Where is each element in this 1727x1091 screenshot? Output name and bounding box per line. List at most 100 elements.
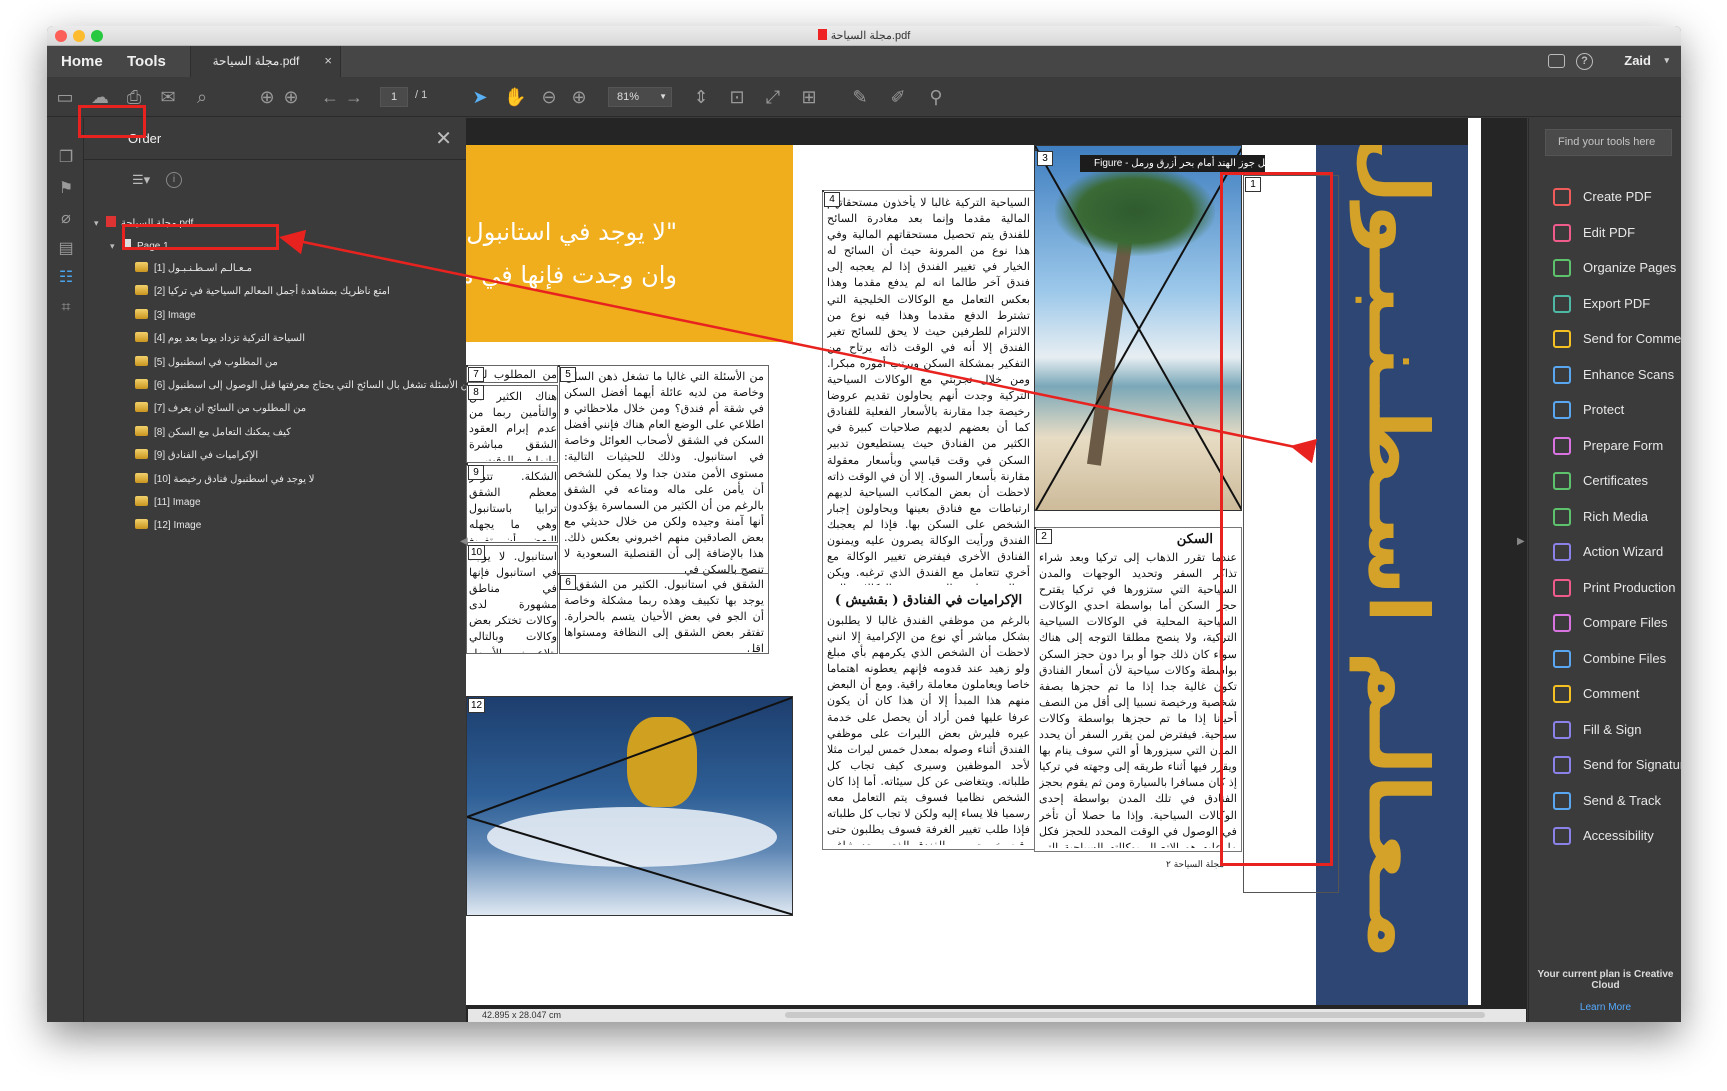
- tree-item[interactable]: [12] Image: [135, 517, 201, 535]
- tool-label: Rich Media: [1583, 508, 1649, 524]
- select-cursor-icon[interactable]: ➤: [469, 86, 491, 108]
- tags-icon[interactable]: ⌗: [56, 298, 76, 318]
- tree-item[interactable]: [1] مـعـالـم اسـطـنـبـول: [135, 260, 252, 278]
- col2-block: السكن عندما تقرر الذهاب إلى تركيا وبعد ش…: [1034, 527, 1242, 852]
- scrollbar-thumb[interactable]: [785, 1012, 1485, 1018]
- chat-icon[interactable]: [1548, 54, 1565, 68]
- close-icon[interactable]: ✕: [435, 126, 452, 151]
- tree-page-label: Page 1: [137, 241, 169, 252]
- tag-layer-icon: [135, 425, 148, 436]
- tree-item[interactable]: [4] السياحة التركية تزداد يوما بعد يوم: [135, 330, 305, 348]
- user-name[interactable]: Zaid: [1624, 53, 1651, 68]
- jetski-image: [466, 696, 793, 916]
- tree-root-label: مجلة السياحة.pdf: [121, 218, 194, 229]
- quote-line-1: "لا يوجد في استانبول: [466, 218, 677, 246]
- tool-label: Compare Files: [1583, 615, 1668, 630]
- save-icon[interactable]: ▭: [54, 86, 76, 108]
- protect-icon: [1553, 401, 1571, 419]
- search-icon[interactable]: ⌕: [191, 86, 213, 108]
- tab-document[interactable]: مجلة السياحة.pdf ×: [190, 46, 341, 77]
- chevron-down-icon[interactable]: ▾: [94, 214, 106, 232]
- fill-sign-icon: [1553, 720, 1571, 739]
- tree-item[interactable]: [8] كيف يمكنك التعامل مع السكن: [135, 424, 291, 442]
- zoom-out-icon[interactable]: ⊖: [538, 86, 560, 108]
- document-tab-label: مجلة السياحة.pdf: [212, 54, 300, 68]
- tree-item-label: [12] Image: [154, 520, 202, 532]
- order-panel-title: Order: [128, 131, 162, 146]
- tree-item-label: [4] السياحة التركية تزداد يوما بعد يوم: [154, 333, 305, 345]
- chevron-down-icon[interactable]: ▾: [1664, 55, 1669, 66]
- page-thumbnails-icon[interactable]: ❐: [56, 148, 76, 168]
- image-placeholder-cross: [467, 697, 792, 915]
- col2-heading: السكن: [1176, 532, 1213, 547]
- tool-label: Send for Signature: [1583, 757, 1681, 772]
- pdf-file-icon: [817, 29, 827, 40]
- edit-pdf-icon: [1553, 223, 1571, 242]
- tool-label: Fill & Sign: [1583, 721, 1642, 737]
- tree-item[interactable]: [2] امتع ناظريك بمشاهدة أجمل المعالم الس…: [135, 283, 390, 301]
- hand-tool-icon[interactable]: ✋: [504, 86, 526, 108]
- document-viewport[interactable]: "لا يوجد في استانبول وان وجدت فإنها في م…: [460, 118, 1527, 1022]
- tab-tools[interactable]: Tools: [127, 46, 166, 77]
- prepare-form-icon: [1553, 436, 1571, 455]
- tab-home[interactable]: Home: [61, 46, 103, 77]
- info-icon[interactable]: i: [166, 172, 182, 188]
- previous-page-icon[interactable]: ⊕: [256, 86, 278, 108]
- find-tools-input[interactable]: Find your tools here: [1545, 129, 1672, 156]
- order-panel-icon[interactable]: ☷: [56, 268, 76, 288]
- tag-number: 4: [824, 192, 840, 207]
- page-footer: مجلة السياحة ٢: [1166, 860, 1225, 870]
- tree-item[interactable]: [7] من المطلوب من السائح ان يعرف: [135, 400, 306, 418]
- attachments-icon[interactable]: ⌀: [56, 209, 76, 229]
- tree-page[interactable]: ▾ Page 1: [110, 237, 169, 255]
- fit-page-icon[interactable]: ⇕: [690, 86, 712, 108]
- content-icon[interactable]: ▤: [56, 239, 76, 259]
- bookmarks-icon[interactable]: ⚑: [56, 179, 76, 199]
- comment-icon[interactable]: ✎: [849, 86, 871, 108]
- tree-item[interactable]: [3] Image: [135, 307, 196, 325]
- tag-layer-icon: [135, 402, 148, 413]
- next-page-icon[interactable]: ⊕: [280, 86, 302, 108]
- tree-item[interactable]: [10] لا يوجد في اسطنبول فنادق رخيصة: [135, 471, 315, 489]
- tree-item[interactable]: [9] الإكراميات في الفنادق: [135, 447, 258, 465]
- upload-cloud-icon[interactable]: ☁: [89, 86, 111, 108]
- horizontal-scrollbar[interactable]: 42.895 x 28.047 cm: [468, 1009, 1526, 1022]
- stamp-icon[interactable]: ⚲: [925, 86, 947, 108]
- tree-item[interactable]: [5] من المطلوب في اسطنبول: [135, 354, 278, 372]
- chevron-down-icon[interactable]: ▾: [110, 237, 122, 255]
- window-title-text: مجلة السياحة.pdf: [830, 30, 911, 42]
- zoom-in-icon[interactable]: ⊕: [568, 86, 590, 108]
- quote-text: "لا يوجد في استانبول وان وجدت فإنها في م…: [466, 211, 677, 297]
- tools-pane: Find your tools here Create PDF Edit PDF O…: [1528, 118, 1681, 1022]
- col10-text: استانبول. لا يوجد في استانبول فإنها في م…: [469, 550, 557, 653]
- fit-width-icon[interactable]: ⊡: [726, 86, 748, 108]
- col4-block: السياحية التركية غالبا لا يأخذون مستحقات…: [822, 190, 1035, 850]
- window-title: مجلة السياحة.pdf: [47, 29, 1681, 42]
- tool-label: Send for Comments: [1583, 331, 1681, 346]
- help-icon[interactable]: ?: [1576, 53, 1593, 70]
- learn-more-link[interactable]: Learn More: [1529, 1002, 1681, 1013]
- highlight-pen-icon[interactable]: ✐: [887, 86, 909, 108]
- rich-media-icon: [1553, 507, 1571, 526]
- page-right-margin: [1468, 118, 1481, 1005]
- options-menu-icon[interactable]: ☰▾: [132, 172, 158, 188]
- collapse-right-pane-icon[interactable]: ▶: [1517, 536, 1525, 547]
- tree-item[interactable]: [6] الكثير من الأسئلة تشغل بال السائح ال…: [135, 377, 502, 395]
- tree-item[interactable]: [11] Image: [135, 494, 201, 512]
- page-number-input[interactable]: 1: [380, 87, 408, 107]
- email-icon[interactable]: ✉: [157, 86, 179, 108]
- back-icon[interactable]: ←: [319, 86, 341, 108]
- tag-number: 2: [1036, 529, 1052, 544]
- forward-icon[interactable]: →: [343, 86, 365, 108]
- close-tab-icon[interactable]: ×: [324, 53, 332, 68]
- collapse-left-pane-icon[interactable]: ◀: [460, 536, 468, 547]
- tree-root[interactable]: ▾ مجلة السياحة.pdf: [94, 214, 193, 232]
- tag-layer-icon: [135, 379, 148, 389]
- zoom-select[interactable]: 81% ▼: [608, 87, 672, 107]
- full-screen-icon[interactable]: ⤢: [762, 86, 784, 108]
- image-placeholder-cross: [1035, 146, 1241, 510]
- print-icon[interactable]: ⎙: [123, 86, 145, 108]
- tag-9-marker: 9: [466, 463, 484, 480]
- tool-label: Action Wizard: [1583, 544, 1664, 559]
- read-mode-icon[interactable]: ⊞: [798, 86, 820, 108]
